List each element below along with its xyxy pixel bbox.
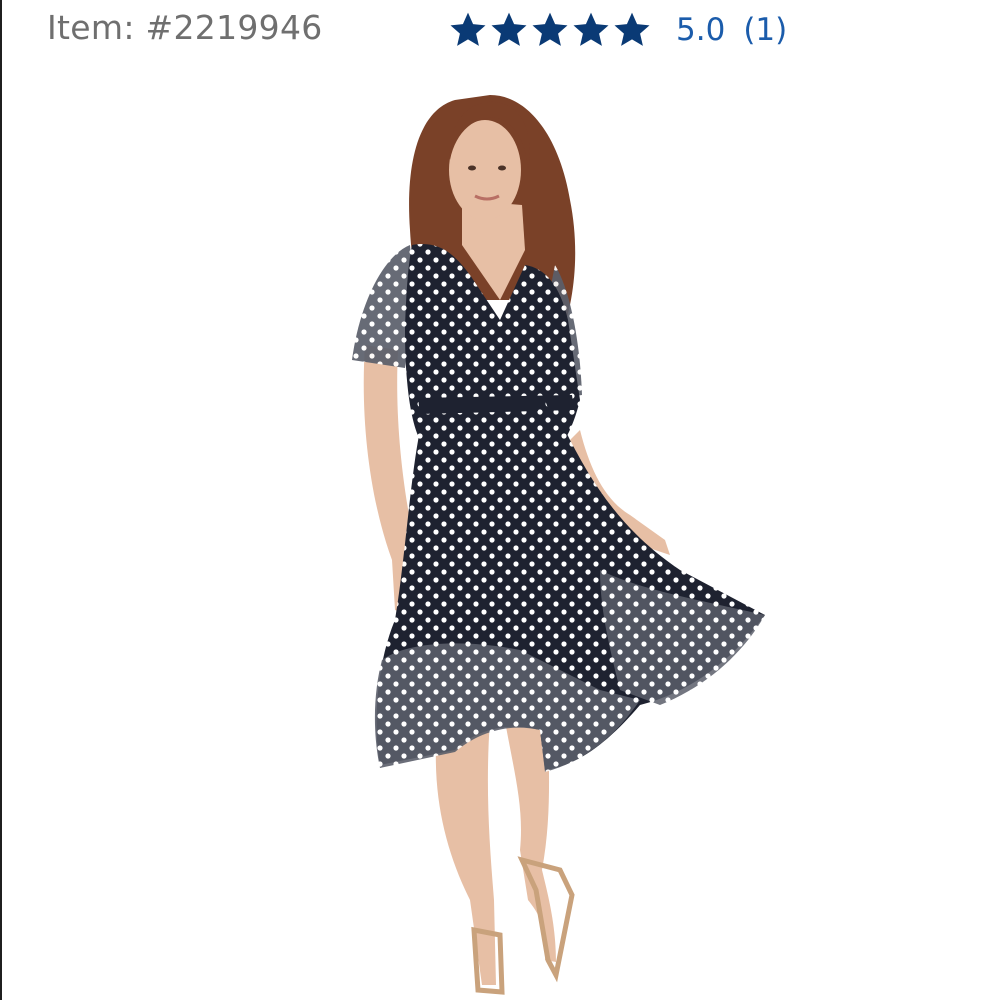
star-icon <box>491 12 527 46</box>
rating-summary: 5.0 (1) <box>448 0 787 60</box>
item-number: Item: #2219946 <box>47 8 323 47</box>
left-leg <box>435 720 496 985</box>
star-icon <box>450 12 486 46</box>
star-rating[interactable] <box>448 10 652 50</box>
star-icon <box>573 12 609 46</box>
left-edge-border <box>0 0 2 1000</box>
star-icon <box>532 12 568 46</box>
product-header: Item: #2219946 5.0 (1) <box>0 0 1000 60</box>
star-icon <box>614 12 650 46</box>
rating-score[interactable]: 5.0 <box>676 8 725 52</box>
review-count-link[interactable]: (1) <box>743 8 787 52</box>
product-photo[interactable] <box>300 80 820 1000</box>
